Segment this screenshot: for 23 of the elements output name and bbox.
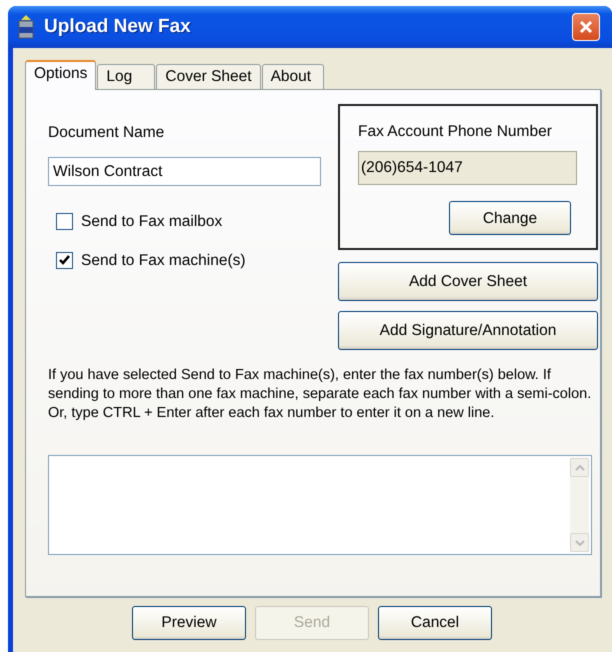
tab[interactable]: Options — [25, 60, 96, 90]
checkbox[interactable] — [56, 252, 73, 270]
action-button[interactable]: Add Signature/Annotation — [338, 311, 598, 350]
fax-numbers-field[interactable] — [48, 455, 592, 555]
tab[interactable]: About — [262, 64, 324, 89]
action-button[interactable]: Add Cover Sheet — [338, 262, 598, 301]
tab[interactable]: Log — [97, 64, 156, 89]
tab[interactable]: Cover Sheet — [156, 64, 261, 89]
close-button[interactable] — [572, 13, 600, 41]
checkbox-label[interactable]: Send to Fax machine(s) — [81, 249, 246, 272]
document-name-field[interactable]: Wilson Contract — [48, 157, 321, 186]
close-icon[interactable] — [578, 19, 594, 35]
window-title: Upload New Fax — [44, 14, 191, 39]
phone-number-field: (206)654-1047 — [358, 151, 577, 186]
checkbox-label[interactable]: Send to Fax mailbox — [81, 210, 222, 234]
field-label: Document Name — [48, 123, 166, 143]
fax-icon — [16, 14, 36, 40]
instructions-text: If you have selected Send to Fax machine(s), enter the fax number(s) below. If sending to more than one fax machine, separate each fax number with a semi-colon. Or, type CTRL + Enter after each fax number to enter it on a new line. — [48, 366, 592, 423]
change-button[interactable]: Change — [449, 201, 571, 236]
dialog-button[interactable]: Cancel — [378, 606, 492, 640]
dialog-button[interactable]: Preview — [132, 606, 246, 640]
checkbox[interactable] — [56, 213, 73, 230]
group-label: Fax Account Phone Number — [358, 122, 553, 142]
